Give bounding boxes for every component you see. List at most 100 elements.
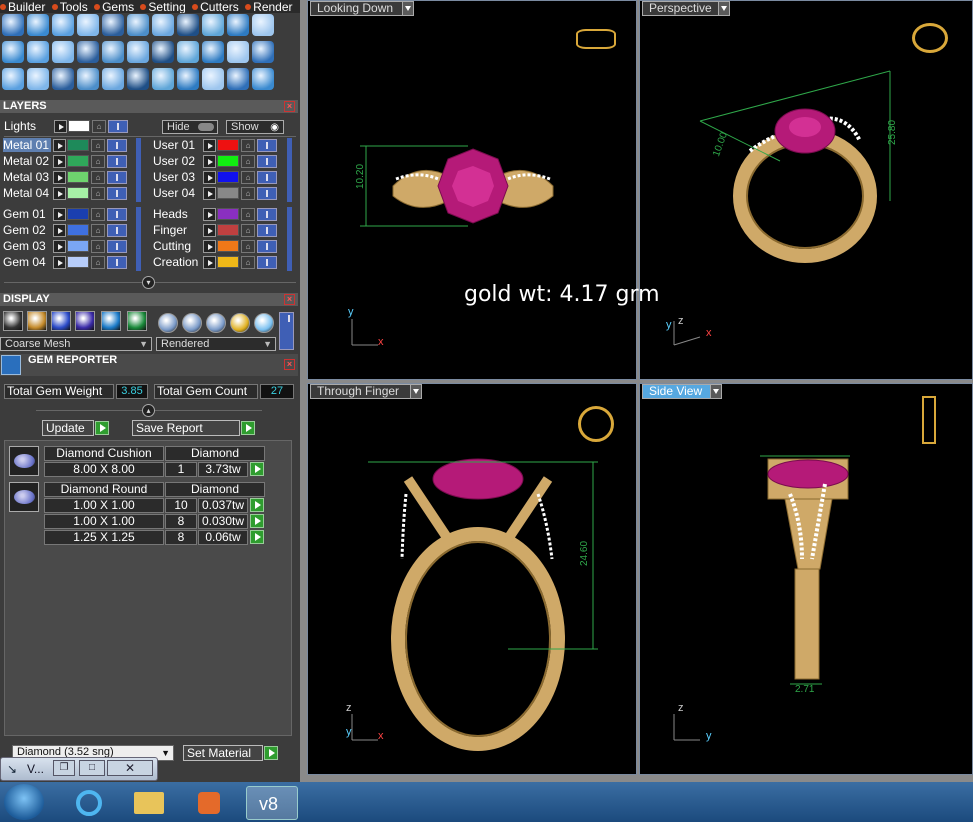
tool-icon[interactable]	[2, 68, 24, 90]
lock-icon[interactable]: ⌂	[91, 208, 105, 221]
wireframe-icon[interactable]	[3, 311, 23, 331]
menu-builder[interactable]: Builder	[0, 1, 45, 13]
tool-icon[interactable]	[177, 14, 199, 36]
play-icon[interactable]	[250, 462, 264, 476]
tool-icon[interactable]	[177, 41, 199, 63]
layer-visibility-button[interactable]	[107, 208, 127, 221]
tool-icon[interactable]	[152, 41, 174, 63]
tool-icon[interactable]	[77, 14, 99, 36]
lock-icon[interactable]: ⌂	[91, 224, 105, 237]
lock-icon[interactable]: ⌂	[91, 139, 105, 152]
layer-color-swatch[interactable]	[217, 224, 239, 236]
tool-icon[interactable]	[227, 41, 249, 63]
tool-icon[interactable]	[227, 68, 249, 90]
tool-icon[interactable]	[52, 14, 74, 36]
gem-sphere-icon[interactable]	[75, 311, 95, 331]
layer-group-scrollbar[interactable]	[287, 207, 292, 271]
tool-icon[interactable]	[252, 68, 274, 90]
layer-color-swatch[interactable]	[67, 155, 89, 167]
lights-visibility-button[interactable]	[108, 120, 128, 133]
layer-visibility-button[interactable]	[107, 187, 127, 200]
tool-icon[interactable]	[102, 14, 124, 36]
layer-group-scrollbar[interactable]	[136, 138, 141, 202]
play-icon[interactable]	[95, 421, 109, 435]
layer-visibility-button[interactable]	[107, 171, 127, 184]
layer-label[interactable]: Gem 01	[3, 207, 51, 221]
minimized-window[interactable]: ↘ V... ❐ □ ✕	[0, 757, 158, 781]
lock-icon[interactable]: ⌂	[241, 224, 255, 237]
layer-label[interactable]: Metal 02	[3, 154, 51, 168]
layer-label[interactable]: User 02	[153, 154, 201, 168]
view-cube-icon[interactable]	[912, 23, 948, 53]
tool-icon[interactable]	[127, 14, 149, 36]
play-icon[interactable]	[54, 120, 67, 133]
taskbar-media-icon[interactable]	[184, 786, 236, 820]
play-icon[interactable]	[203, 240, 216, 253]
tool-icon[interactable]	[27, 41, 49, 63]
layer-visibility-button[interactable]	[257, 139, 277, 152]
layer-color-swatch[interactable]	[217, 187, 239, 199]
play-icon[interactable]	[53, 224, 66, 237]
layer-label[interactable]: User 01	[153, 138, 201, 152]
viewport-looking-down[interactable]: Looking Down 10.20 y x	[307, 0, 637, 380]
close-icon[interactable]: ×	[284, 294, 295, 305]
light-3-icon[interactable]	[206, 313, 226, 333]
taskbar-browser-icon[interactable]	[64, 786, 116, 820]
play-icon[interactable]	[241, 421, 255, 435]
close-icon[interactable]: ×	[284, 359, 295, 370]
viewport-side-view[interactable]: Side View 2.71 z y	[639, 383, 973, 775]
taskbar-app-button[interactable]: v8	[246, 786, 298, 820]
gem-shape-icon[interactable]	[9, 482, 39, 512]
gem-shape-icon[interactable]	[9, 446, 39, 476]
tool-icon[interactable]	[2, 41, 24, 63]
light-5-icon[interactable]	[254, 313, 274, 333]
menu-tools[interactable]: Tools	[51, 1, 88, 13]
lock-icon[interactable]: ⌂	[241, 256, 255, 269]
tool-icon[interactable]	[102, 68, 124, 90]
maximize-button[interactable]: □	[79, 760, 105, 776]
play-icon[interactable]	[203, 208, 216, 221]
lock-icon[interactable]: ⌂	[241, 208, 255, 221]
mesh-select[interactable]: Coarse Mesh ▼	[0, 337, 152, 351]
layer-color-swatch[interactable]	[217, 256, 239, 268]
tool-icon[interactable]	[252, 14, 274, 36]
layer-color-swatch[interactable]	[67, 224, 89, 236]
lock-icon[interactable]: ⌂	[91, 187, 105, 200]
close-button[interactable]: ✕	[107, 760, 153, 776]
layer-label[interactable]: Heads	[153, 207, 201, 221]
layer-label[interactable]: Gem 02	[3, 223, 51, 237]
layer-color-swatch[interactable]	[217, 139, 239, 151]
lock-icon[interactable]: ⌂	[241, 139, 255, 152]
play-icon[interactable]	[53, 208, 66, 221]
play-icon[interactable]	[250, 530, 264, 544]
view-cube-icon[interactable]	[576, 29, 616, 49]
tool-icon[interactable]	[52, 68, 74, 90]
layer-visibility-button[interactable]	[107, 139, 127, 152]
play-icon[interactable]	[203, 155, 216, 168]
light-4-icon[interactable]	[230, 313, 250, 333]
show-button[interactable]: Show ◉	[226, 120, 284, 134]
tool-icon[interactable]	[2, 14, 24, 36]
layer-visibility-button[interactable]	[107, 240, 127, 253]
tool-icon[interactable]	[127, 68, 149, 90]
taskbar-folder-icon[interactable]	[124, 786, 176, 820]
layer-visibility-button[interactable]	[257, 224, 277, 237]
layer-label[interactable]: Metal 04	[3, 186, 51, 200]
layer-color-swatch[interactable]	[217, 208, 239, 220]
layer-label[interactable]: User 04	[153, 186, 201, 200]
view-cube-icon[interactable]	[922, 396, 936, 444]
layer-group-scrollbar[interactable]	[287, 138, 292, 202]
play-icon[interactable]	[250, 514, 264, 528]
layer-color-swatch[interactable]	[67, 256, 89, 268]
lock-icon[interactable]: ⌂	[241, 187, 255, 200]
layer-color-swatch[interactable]	[67, 187, 89, 199]
layer-color-swatch[interactable]	[217, 155, 239, 167]
layer-label[interactable]: User 03	[153, 170, 201, 184]
layer-color-swatch[interactable]	[67, 139, 89, 151]
play-icon[interactable]	[203, 171, 216, 184]
start-button[interactable]	[4, 784, 44, 820]
display-toggle-button[interactable]	[279, 312, 294, 350]
grid-icon[interactable]	[127, 311, 147, 331]
set-material-button[interactable]: Set Material	[183, 745, 263, 761]
lock-icon[interactable]: ⌂	[92, 120, 106, 133]
